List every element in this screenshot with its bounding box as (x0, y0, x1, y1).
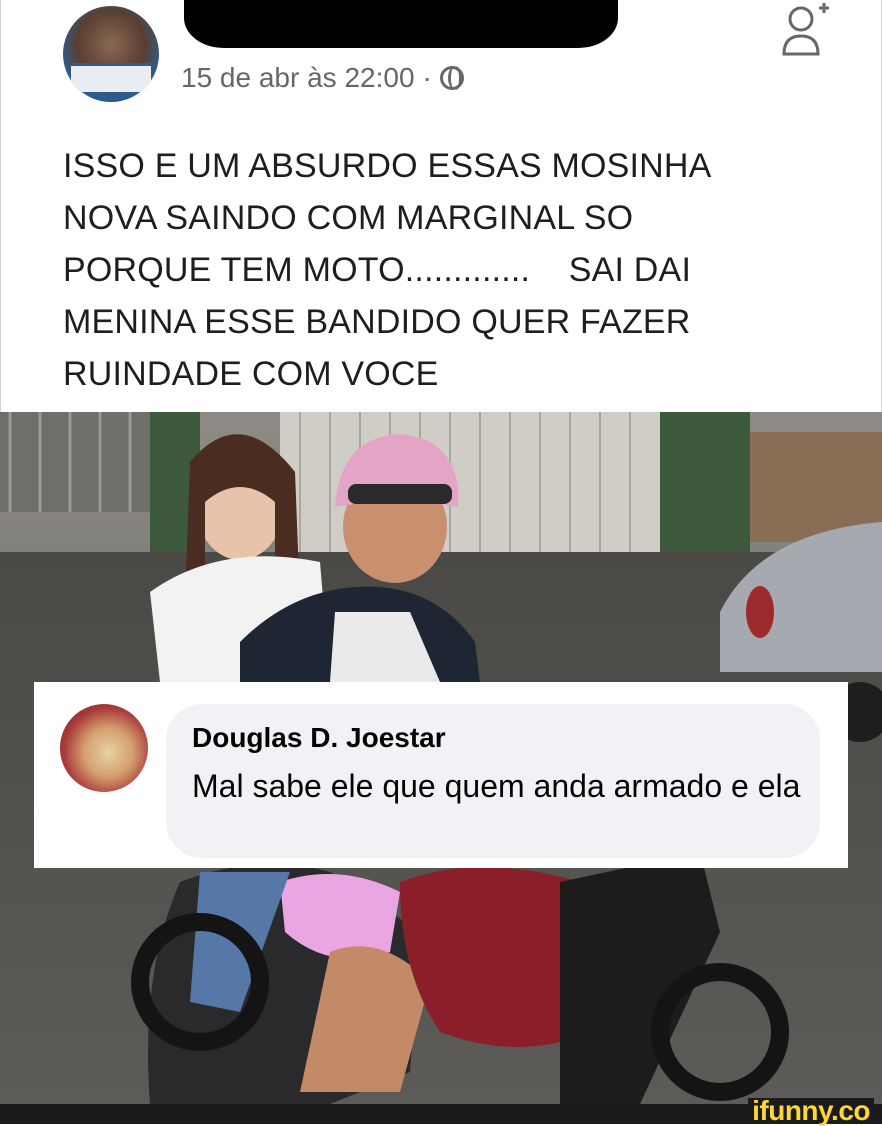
author-avatar[interactable] (63, 6, 159, 102)
redacted-author-name (184, 0, 618, 48)
timestamp-separator: · (422, 62, 432, 93)
comment-author[interactable]: Douglas D. Joestar (192, 722, 446, 754)
comment-bubble: Douglas D. Joestar Mal sabe ele que quem… (166, 704, 820, 858)
facebook-post: 15 de abr às 22:00 · ISSO E UM ABSURDO E… (0, 0, 882, 412)
commenter-avatar[interactable] (60, 704, 148, 792)
globe-icon (439, 66, 464, 90)
post-timestamp[interactable]: 15 de abr às 22:00 (181, 62, 415, 94)
ifunny-logo: ifunny.co (748, 1097, 874, 1125)
post-text: ISSO E UM ABSURDO ESSAS MOSINHA NOVA SAI… (63, 147, 712, 393)
add-friend-icon[interactable] (779, 0, 831, 58)
avatar-banner (71, 63, 151, 92)
post-timestamp-row: 15 de abr às 22:00 · (181, 62, 464, 94)
comment-overlay: Douglas D. Joestar Mal sabe ele que quem… (34, 682, 848, 868)
comment-text: Mal sabe ele que quem anda armado e ela (192, 768, 801, 804)
